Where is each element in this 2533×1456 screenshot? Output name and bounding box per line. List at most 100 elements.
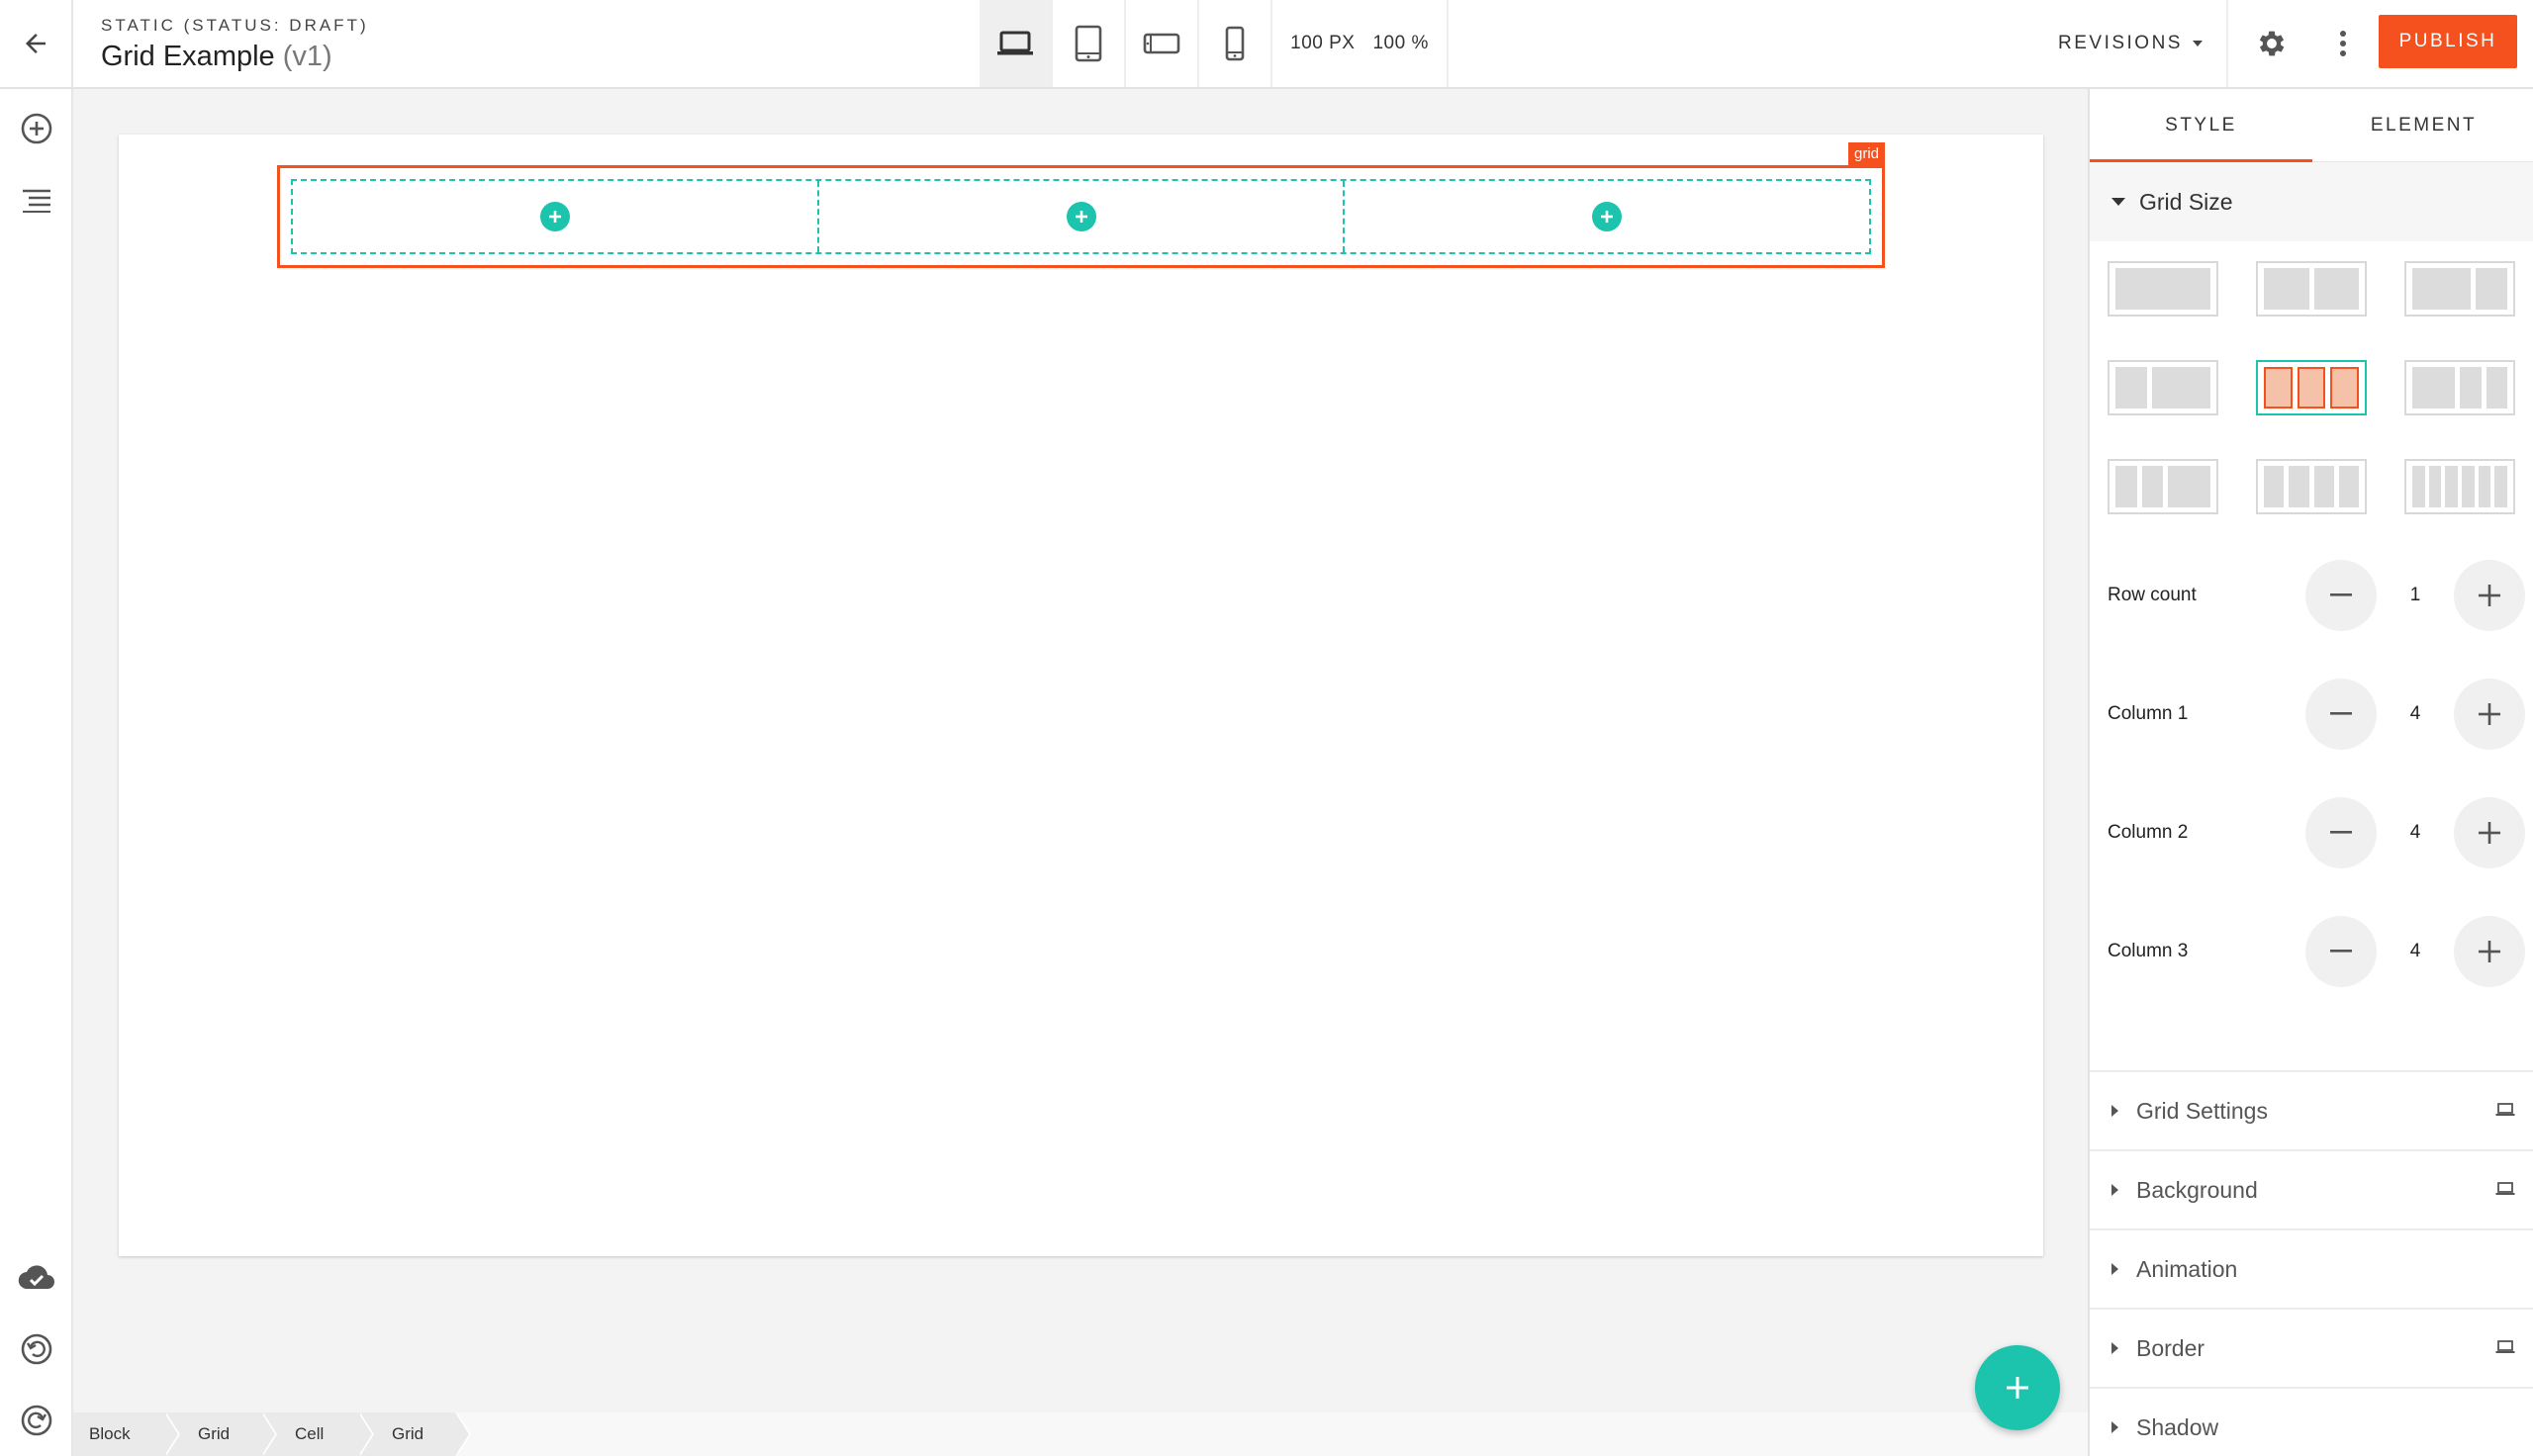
revisions-dropdown[interactable]: REVISIONS	[2058, 0, 2203, 87]
grid-cells	[291, 179, 1871, 254]
layout-option-1-col[interactable]	[2108, 261, 2218, 317]
zoom-percent: 100 %	[1372, 33, 1429, 53]
layers-button[interactable]	[13, 176, 60, 224]
background-section[interactable]: Background	[2090, 1149, 2533, 1228]
layout-option-3-equal[interactable]	[2256, 360, 2367, 415]
layout-column	[2462, 466, 2475, 507]
undo-button[interactable]	[13, 1325, 60, 1373]
increment-button[interactable]	[2454, 916, 2525, 987]
animation-section[interactable]: Animation	[2090, 1228, 2533, 1308]
plus-icon	[2479, 703, 2500, 725]
add-content-button[interactable]	[1066, 202, 1096, 231]
column-1-stepper: Column 1 4	[2108, 679, 2525, 750]
grid-cell-3[interactable]	[1345, 181, 1869, 252]
decrement-button[interactable]	[2305, 797, 2377, 868]
saved-status[interactable]	[13, 1254, 60, 1302]
revisions-label: REVISIONS	[2058, 33, 2183, 53]
grid-tag: grid	[1847, 142, 1885, 166]
layout-column	[2486, 367, 2507, 409]
grid-size-section-header[interactable]: Grid Size	[2090, 162, 2533, 241]
section-label: Grid Settings	[2136, 1097, 2268, 1124]
layout-option-2-wide-left[interactable]	[2404, 261, 2515, 317]
plus-icon	[2479, 585, 2500, 606]
layout-option-2-equal[interactable]	[2256, 261, 2367, 317]
zoom-readout[interactable]: 100 PX 100 %	[1272, 0, 1449, 87]
caret-right-icon	[2111, 1421, 2118, 1433]
device-tablet-landscape-button[interactable]	[1126, 0, 1199, 87]
layout-column	[2412, 466, 2425, 507]
shadow-section[interactable]: Shadow	[2090, 1387, 2533, 1456]
device-tablet-button[interactable]	[1053, 0, 1126, 87]
stepper-value[interactable]: 1	[2377, 585, 2454, 606]
minus-icon	[2330, 831, 2352, 834]
cloud-check-icon	[18, 1265, 54, 1290]
layout-column	[2476, 268, 2507, 310]
top-bar: STATIC (STATUS: DRAFT) Grid Example (v1)…	[0, 0, 2533, 89]
section-label: Border	[2136, 1334, 2205, 1361]
layout-column	[2141, 466, 2163, 507]
device-desktop-button[interactable]	[980, 0, 1053, 87]
border-section[interactable]: Border	[2090, 1308, 2533, 1387]
column-3-stepper: Column 3 4	[2108, 916, 2525, 987]
stepper-label: Column 2	[2108, 822, 2189, 843]
decrement-button[interactable]	[2305, 916, 2377, 987]
device-switcher: 100 PX 100 %	[980, 0, 1449, 87]
stepper-value[interactable]: 4	[2377, 703, 2454, 725]
layout-option-3-wide-right[interactable]	[2108, 459, 2218, 514]
layout-column	[2330, 367, 2360, 409]
grid-cell-2[interactable]	[819, 181, 1346, 252]
add-block-button[interactable]	[13, 105, 60, 152]
add-content-button[interactable]	[539, 202, 570, 231]
layout-column	[2297, 367, 2326, 409]
plus-icon	[1601, 211, 1614, 223]
redo-button[interactable]	[13, 1397, 60, 1444]
arrow-left-icon	[26, 34, 46, 53]
increment-button[interactable]	[2454, 679, 2525, 750]
stepper-value[interactable]: 4	[2377, 941, 2454, 962]
minus-icon	[2330, 712, 2352, 715]
tablet-icon	[1075, 25, 1102, 62]
layout-option-4-equal[interactable]	[2256, 459, 2367, 514]
caret-right-icon	[2111, 1263, 2118, 1275]
page-version: (v1)	[282, 41, 332, 72]
breadcrumb: Block Grid Cell Grid	[73, 1412, 2088, 1456]
layout-column	[2115, 268, 2210, 310]
page-sheet[interactable]: grid	[119, 135, 2043, 1256]
minus-icon	[2330, 950, 2352, 953]
more-menu-button[interactable]	[2319, 20, 2367, 67]
layout-option-2-wide-right[interactable]	[2108, 360, 2218, 415]
layout-column	[2412, 367, 2455, 409]
layout-column	[2412, 268, 2472, 310]
layout-column	[2494, 466, 2508, 507]
publish-button[interactable]: PUBLISH	[2379, 15, 2517, 68]
add-content-button[interactable]	[1592, 202, 1623, 231]
increment-button[interactable]	[2454, 797, 2525, 868]
add-fab-button[interactable]	[1975, 1345, 2060, 1430]
caret-right-icon	[2111, 1105, 2118, 1117]
tab-style[interactable]: STYLE	[2090, 89, 2312, 162]
layout-column	[2264, 466, 2285, 507]
breadcrumb-item[interactable]: Block	[73, 1412, 180, 1456]
stepper-value[interactable]: 4	[2377, 822, 2454, 844]
decrement-button[interactable]	[2305, 560, 2377, 631]
plus-icon	[1075, 211, 1087, 223]
section-label: Background	[2136, 1176, 2258, 1203]
layout-option-3-wide-left[interactable]	[2404, 360, 2515, 415]
device-phone-button[interactable]	[1199, 0, 1272, 87]
decrement-button[interactable]	[2305, 679, 2377, 750]
layout-column	[2115, 367, 2147, 409]
column-2-stepper: Column 2 4	[2108, 797, 2525, 868]
laptop-icon	[2495, 1182, 2515, 1195]
minus-icon	[2330, 593, 2352, 596]
settings-button[interactable]	[2248, 20, 2296, 67]
layout-column	[2264, 268, 2309, 310]
back-button[interactable]	[0, 0, 73, 87]
increment-button[interactable]	[2454, 560, 2525, 631]
layout-option-6-equal[interactable]	[2404, 459, 2515, 514]
tab-element[interactable]: ELEMENT	[2312, 89, 2533, 161]
divider	[2226, 0, 2228, 87]
layout-column	[2289, 466, 2309, 507]
grid-settings-section[interactable]: Grid Settings	[2090, 1070, 2533, 1149]
grid-block[interactable]: grid	[277, 142, 1885, 268]
grid-cell-1[interactable]	[293, 181, 819, 252]
